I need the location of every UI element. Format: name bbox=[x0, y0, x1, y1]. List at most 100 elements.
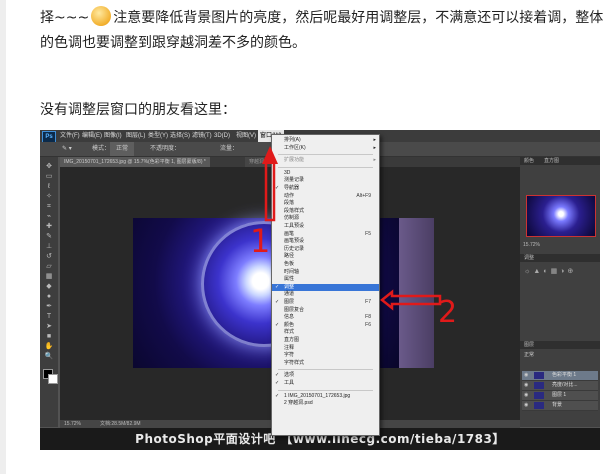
window-menu-item[interactable]: 样式 bbox=[272, 329, 379, 336]
window-menu-item[interactable]: ✓ 图层 F7 bbox=[272, 299, 379, 306]
window-menu-item[interactable]: ✓ 调整 bbox=[272, 283, 379, 291]
navigator-thumbnail[interactable] bbox=[526, 195, 596, 237]
mode-select[interactable]: 正常 bbox=[110, 142, 135, 156]
window-menu-item[interactable]: 画笔预设 bbox=[272, 238, 379, 245]
visibility-eye-icon[interactable]: ◉ bbox=[524, 381, 528, 390]
zoom-tool-icon[interactable]: 🔍 bbox=[44, 353, 54, 360]
window-menu-item[interactable]: 排列(A) ▸ bbox=[272, 137, 379, 144]
adjustment-icons[interactable]: ☼▲◐▦◑⊕ bbox=[524, 267, 596, 285]
gradient-tool-icon[interactable]: ▦ bbox=[44, 273, 54, 280]
menu-edit[interactable]: 编辑(E) bbox=[82, 130, 102, 142]
menu-filter[interactable]: 滤镜(T) bbox=[192, 130, 212, 142]
blur-tool-icon[interactable]: ◆ bbox=[44, 283, 54, 290]
pen-tool-icon[interactable]: ✒ bbox=[44, 303, 54, 310]
menu-item-label: 画笔预设 bbox=[284, 238, 305, 245]
layer-blend-mode[interactable]: 正常 bbox=[524, 351, 534, 358]
window-menu-item[interactable]: 仿制源 bbox=[272, 215, 379, 222]
window-menu-item[interactable]: 工作区(K) ▸ bbox=[272, 145, 379, 152]
window-menu-item[interactable]: 段落样式 bbox=[272, 208, 379, 215]
checkmark-icon: ✓ bbox=[275, 380, 280, 386]
move-tool-icon[interactable]: ✥ bbox=[44, 163, 54, 170]
window-menu-item[interactable]: 信息 F8 bbox=[272, 314, 379, 321]
window-menu-item[interactable]: 2 穿越洞.psd bbox=[272, 400, 379, 407]
window-menu-item[interactable]: 测量记录 bbox=[272, 177, 379, 184]
menu-item-shortcut: Alt+F9 bbox=[356, 192, 371, 199]
background-color-swatch[interactable] bbox=[48, 374, 58, 384]
crop-tool-icon[interactable]: ⌗ bbox=[44, 203, 54, 210]
status-zoom: 15.72% bbox=[64, 421, 81, 427]
window-menu-item[interactable]: 图层复合 bbox=[272, 307, 379, 314]
mode-label: 模式： bbox=[92, 146, 111, 152]
layer-row[interactable]: ◉ 图层 1 bbox=[522, 391, 598, 401]
window-menu-item[interactable]: ✓ 选项 bbox=[272, 372, 379, 379]
menu-item-label: 1 IMG_20150701_172653.jpg bbox=[284, 392, 351, 399]
path-select-tool-icon[interactable]: ➤ bbox=[44, 323, 54, 330]
menu-item-label: 工具 bbox=[284, 380, 295, 386]
visibility-eye-icon[interactable]: ◉ bbox=[524, 401, 528, 410]
window-menu-item[interactable]: 路径 bbox=[272, 253, 379, 260]
window-menu-item[interactable]: 画笔 F5 bbox=[272, 231, 379, 238]
window-menu-item[interactable]: 时间轴 bbox=[272, 269, 379, 276]
window-menu-item[interactable]: ✓ 1 IMG_20150701_172653.jpg bbox=[272, 393, 379, 400]
tab-layers[interactable]: 图层 bbox=[524, 341, 534, 349]
tab-histogram[interactable]: 直方图 bbox=[544, 157, 559, 165]
marquee-tool-icon[interactable]: ▭ bbox=[44, 173, 54, 180]
quick-select-tool-icon[interactable]: ✧ bbox=[44, 193, 54, 200]
stamp-tool-icon[interactable]: ⊥ bbox=[44, 243, 54, 250]
visibility-eye-icon[interactable]: ◉ bbox=[524, 371, 528, 380]
window-menu-item[interactable]: 段落 bbox=[272, 200, 379, 207]
window-menu-item[interactable]: 历史记录 bbox=[272, 246, 379, 253]
article-line-2: 的色调也要调整到跟穿越洞差不多的颜色。 bbox=[40, 35, 306, 51]
navigator-zoom[interactable]: 15.72% bbox=[523, 242, 540, 248]
window-menu-item[interactable]: 字符样式 bbox=[272, 360, 379, 367]
menu-item-label: 仿制源 bbox=[284, 215, 300, 222]
tab-img-jpg[interactable]: IMG_20150701_172653.jpg @ 15.7%(色彩平衡 1, … bbox=[60, 157, 210, 167]
brush-tool-icon[interactable]: ✎ bbox=[44, 233, 54, 240]
shape-tool-icon[interactable]: ■ bbox=[44, 333, 54, 340]
lasso-tool-icon[interactable]: ℓ bbox=[44, 183, 54, 190]
dodge-tool-icon[interactable]: ● bbox=[44, 293, 54, 300]
brush-preset-icon[interactable]: ✎ ▾ bbox=[62, 142, 72, 156]
window-menu-item: 扩展功能 ▸ bbox=[272, 157, 379, 164]
layer-thumbnail bbox=[534, 372, 544, 379]
visibility-eye-icon[interactable]: ◉ bbox=[524, 391, 528, 400]
menu-file[interactable]: 文件(F) bbox=[60, 130, 80, 142]
window-menu-item[interactable]: 字符 bbox=[272, 352, 379, 359]
menu-type[interactable]: 类型(Y) bbox=[148, 130, 168, 142]
window-menu-item[interactable]: 3D bbox=[272, 170, 379, 177]
hand-tool-icon[interactable]: ✋ bbox=[44, 343, 54, 350]
checkmark-icon: ✓ bbox=[275, 185, 280, 191]
layer-row[interactable]: ◉ 背景 bbox=[522, 401, 598, 411]
tab-color[interactable]: 颜色 bbox=[524, 157, 534, 165]
window-menu-item[interactable]: ✓ 导航器 bbox=[272, 185, 379, 192]
window-menu-item[interactable]: 工具预设 bbox=[272, 223, 379, 230]
menu-image[interactable]: 图像(I) bbox=[104, 130, 122, 142]
text-body: 注意要降低背景图片的亮度，然后呢最好用调整层，不满意还可以接着调，整体 bbox=[113, 10, 604, 26]
layer-row[interactable]: ◉ 亮度/对比... bbox=[522, 381, 598, 391]
menu-item-label: 工具预设 bbox=[284, 223, 305, 229]
type-tool-icon[interactable]: T bbox=[44, 313, 54, 320]
checkmark-icon: ✓ bbox=[275, 299, 280, 305]
eraser-tool-icon[interactable]: ▱ bbox=[44, 263, 54, 270]
window-menu-item[interactable]: 动作 Alt+F9 bbox=[272, 193, 379, 200]
window-menu-item[interactable]: 通道 bbox=[272, 291, 379, 298]
tab-adjustments[interactable]: 调整 bbox=[524, 254, 534, 262]
menu-item-label: 动作 bbox=[284, 192, 295, 199]
menu-item-label: 样式 bbox=[284, 329, 295, 336]
window-menu-item[interactable]: 注释 bbox=[272, 345, 379, 352]
menu-3d[interactable]: 3D(D) bbox=[214, 130, 230, 142]
menu-select[interactable]: 选择(S) bbox=[170, 130, 190, 142]
window-menu-item[interactable]: ✓ 颜色 F6 bbox=[272, 322, 379, 329]
menu-item-shortcut: F6 bbox=[365, 321, 371, 328]
menu-view[interactable]: 视图(V) bbox=[236, 130, 256, 142]
eyedropper-tool-icon[interactable]: ⌁ bbox=[44, 213, 54, 220]
layer-name: 图层 1 bbox=[552, 392, 567, 398]
history-brush-icon[interactable]: ↺ bbox=[44, 253, 54, 260]
healing-tool-icon[interactable]: ✚ bbox=[44, 223, 54, 230]
menu-layer[interactable]: 图层(L) bbox=[126, 130, 145, 142]
layer-row[interactable]: ◉ 色彩平衡 1 bbox=[522, 371, 598, 381]
window-menu-item[interactable]: 色板 bbox=[272, 261, 379, 268]
window-menu-item[interactable]: 属性 bbox=[272, 276, 379, 283]
window-menu-item[interactable]: ✓ 工具 bbox=[272, 380, 379, 387]
window-menu-item[interactable]: 直方图 bbox=[272, 337, 379, 344]
